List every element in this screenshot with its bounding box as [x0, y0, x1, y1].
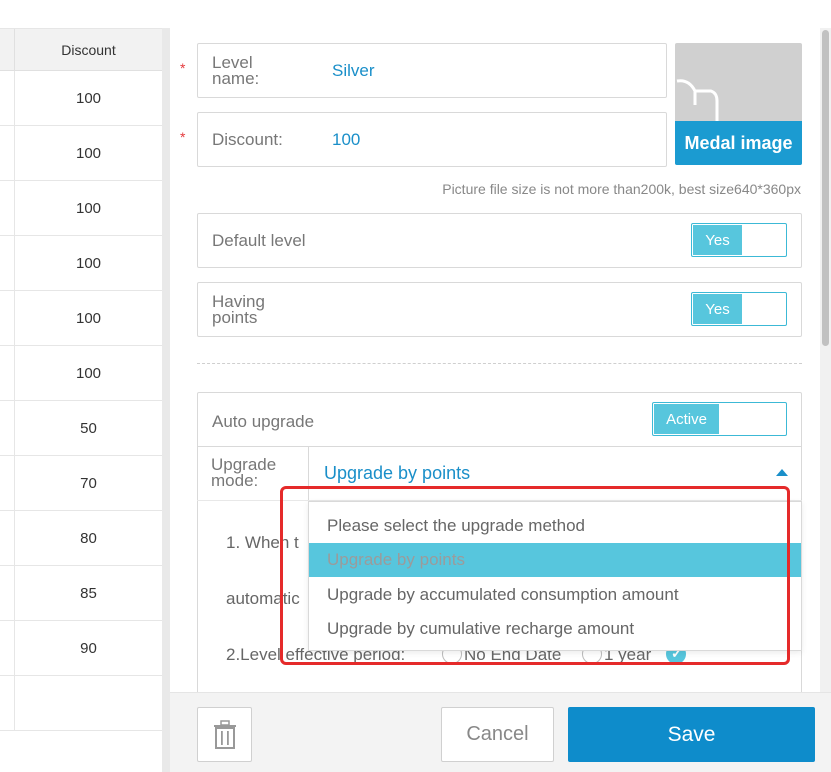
discount-field[interactable]: Discount: 100 [197, 112, 667, 167]
discount-cell: 100 [75, 89, 102, 107]
medal-image-upload[interactable]: Medal image [675, 43, 802, 165]
cancel-button[interactable]: Cancel [441, 707, 554, 762]
discount-cell [15, 676, 162, 730]
caret-up-icon[interactable] [776, 469, 788, 476]
toggle-on-label: Active [654, 404, 719, 434]
table-row[interactable]: 100 [0, 71, 162, 126]
level-name-input[interactable]: Silver [332, 61, 375, 81]
default-level-label: Default level [212, 231, 306, 250]
table-row[interactable]: 80 [0, 511, 162, 566]
delete-button[interactable] [197, 707, 252, 762]
table-row[interactable]: 100 [0, 236, 162, 291]
discount-cell: 100 [75, 199, 102, 217]
discount-label: Discount: [212, 130, 283, 149]
table-row[interactable]: 85 [0, 566, 162, 621]
table-row[interactable]: 90 [0, 621, 162, 676]
discount-input[interactable]: 100 [332, 130, 360, 150]
toggle-on-label: Yes [693, 294, 742, 324]
highlight-annotation [280, 486, 790, 665]
trash-icon [213, 719, 236, 749]
panel-divider [162, 28, 170, 772]
section-divider [197, 363, 802, 364]
discount-cell: 70 [80, 474, 97, 492]
auto-upgrade-toggle[interactable]: Active [652, 402, 787, 436]
level-name-field[interactable]: Level name: Silver [197, 43, 667, 98]
table-row[interactable]: 50 [0, 401, 162, 456]
discount-cell: 100 [75, 254, 102, 272]
save-button[interactable]: Save [568, 707, 815, 762]
scrollbar-thumb[interactable] [822, 30, 829, 346]
table-row[interactable]: 100 [0, 126, 162, 181]
table-row[interactable] [0, 676, 162, 731]
upgrade-mode-select[interactable]: Upgrade by points [324, 463, 470, 484]
picture-size-hint: Picture file size is not more than200k, … [442, 181, 801, 197]
required-mark: * [180, 129, 186, 145]
level-table: Discount 100 100 100 100 100 100 50 70 8… [0, 28, 162, 772]
table-header: Discount [0, 29, 162, 71]
discount-cell: 100 [75, 309, 102, 327]
required-mark: * [180, 60, 186, 76]
table-row[interactable]: 70 [0, 456, 162, 511]
discount-cell: 50 [80, 419, 97, 437]
medal-image-button[interactable]: Medal image [675, 121, 802, 165]
table-row[interactable]: 100 [0, 291, 162, 346]
table-row[interactable]: 100 [0, 346, 162, 401]
discount-cell: 90 [80, 639, 97, 657]
auto-upgrade-label: Auto upgrade [212, 412, 315, 431]
discount-cell: 100 [75, 364, 102, 382]
column-header-discount: Discount [61, 41, 116, 58]
discount-cell: 80 [80, 529, 97, 547]
scrollbar[interactable] [820, 28, 831, 692]
toggle-on-label: Yes [693, 225, 742, 255]
top-strip [0, 0, 831, 28]
having-points-label: Having points [212, 292, 265, 327]
table-row[interactable]: 100 [0, 181, 162, 236]
discount-cell: 100 [75, 144, 102, 162]
default-level-toggle[interactable]: Yes [691, 223, 787, 257]
having-points-toggle[interactable]: Yes [691, 292, 787, 326]
discount-cell: 85 [80, 584, 97, 602]
upgrade-mode-label: Upgrade mode: [211, 455, 277, 490]
level-name-label: Level name: [212, 53, 260, 88]
